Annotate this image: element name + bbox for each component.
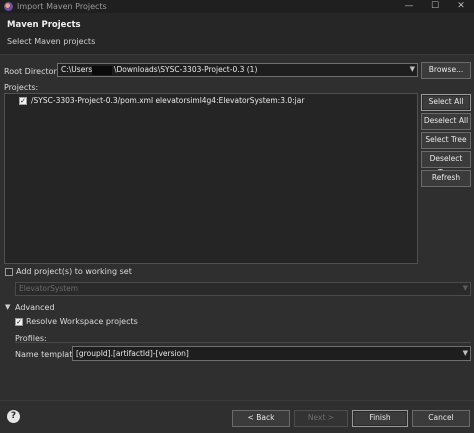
page-title: Maven Projects xyxy=(7,20,81,30)
projects-tree[interactable]: ✓ /SYSC-3303-Project-0.3/pom.xml elevato… xyxy=(4,93,418,264)
select-all-button[interactable]: Select All xyxy=(421,94,471,111)
redacted-username xyxy=(92,66,112,75)
working-set-combo: ElevatorSystem ▼ xyxy=(15,282,471,296)
chevron-down-icon[interactable]: ▼ xyxy=(410,65,415,73)
deselect-tree-button[interactable]: Deselect Tree xyxy=(421,151,471,177)
maximize-button[interactable]: ☐ xyxy=(422,0,448,13)
select-tree-button[interactable]: Select Tree xyxy=(421,132,471,149)
name-template-combo[interactable]: [groupId].[artifactId]-[version] ▼ xyxy=(72,346,471,361)
working-set-label: Add project(s) to working set xyxy=(16,267,132,276)
collapse-toggle-icon[interactable]: ▼ xyxy=(5,303,10,311)
eclipse-icon xyxy=(4,2,13,11)
footer-divider xyxy=(0,400,474,401)
refresh-button[interactable]: Refresh xyxy=(421,170,471,187)
next-button[interactable]: Next > xyxy=(294,410,348,427)
close-button[interactable]: ✕ xyxy=(448,0,474,13)
chevron-down-icon[interactable]: ▼ xyxy=(463,349,468,357)
project-checkbox[interactable]: ✓ xyxy=(19,97,27,105)
resolve-workspace-label: Resolve Workspace projects xyxy=(26,317,138,326)
projects-label: Projects: xyxy=(4,83,39,92)
minimize-button[interactable]: — xyxy=(396,0,422,13)
root-directory-value-suffix: \Downloads\SYSC-3303-Project-0.3 (1) xyxy=(114,65,258,74)
working-set-value: ElevatorSystem xyxy=(19,284,79,293)
finish-button[interactable]: Finish xyxy=(352,410,408,427)
name-template-value: [groupId].[artifactId]-[version] xyxy=(76,349,189,358)
root-directory-combo[interactable]: C:\Users\ \Downloads\SYSC-3303-Project-0… xyxy=(57,63,418,77)
advanced-section-label[interactable]: Advanced xyxy=(15,303,55,312)
page-subtitle: Select Maven projects xyxy=(7,37,96,46)
help-icon[interactable]: ? xyxy=(7,410,20,423)
profiles-input[interactable] xyxy=(15,342,471,344)
back-button[interactable]: < Back xyxy=(232,410,290,427)
browse-button[interactable]: Browse... xyxy=(421,62,471,79)
name-template-label: Name template: xyxy=(15,350,80,359)
chevron-down-icon: ▼ xyxy=(462,284,468,292)
deselect-all-button[interactable]: Deselect All xyxy=(421,113,471,130)
root-directory-value-prefix: C:\Users\ xyxy=(61,65,95,74)
resolve-workspace-checkbox[interactable]: ✓ xyxy=(15,318,23,326)
root-directory-label: Root Directory: xyxy=(4,67,64,76)
project-item-label: /SYSC-3303-Project-0.3/pom.xml elevators… xyxy=(31,96,305,105)
window-title: Import Maven Projects xyxy=(17,2,107,11)
working-set-checkbox[interactable] xyxy=(5,268,13,276)
cancel-button[interactable]: Cancel xyxy=(412,410,470,427)
